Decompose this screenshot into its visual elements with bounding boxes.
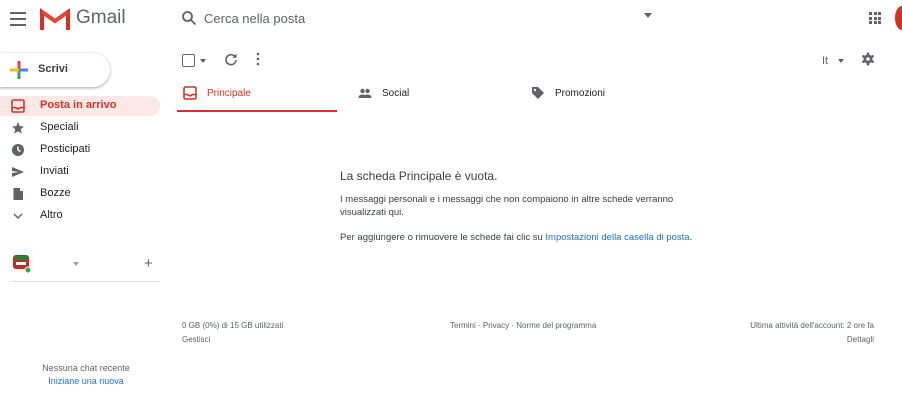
hangouts-status-caret-icon[interactable]: [73, 262, 79, 266]
tab-social[interactable]: Social: [352, 80, 512, 112]
sidebar-item-starred[interactable]: Speciali: [0, 118, 160, 138]
compose-button[interactable]: Scrivi: [0, 53, 110, 87]
footer-separator: ·: [475, 321, 483, 330]
search-input[interactable]: [204, 8, 624, 28]
sidebar-item-drafts[interactable]: Bozze: [0, 184, 160, 204]
sidebar-item-sent[interactable]: Inviati: [0, 162, 160, 182]
activity-details-link[interactable]: Dettagli: [700, 335, 874, 344]
search-icon[interactable]: [181, 10, 197, 26]
search-options-caret-icon[interactable]: [644, 13, 652, 18]
inbox-icon: [11, 99, 25, 113]
inbox-settings-link[interactable]: Impostazioni della casella di posta: [545, 232, 689, 243]
compose-plus-icon: [10, 61, 28, 79]
sidebar-item-label: Posticipati: [40, 143, 91, 155]
apps-grid-icon[interactable]: [869, 12, 881, 24]
empty-state-title: La scheda Principale è vuota.: [340, 169, 498, 183]
tag-icon: [532, 87, 544, 99]
more-options-icon[interactable]: [256, 52, 260, 66]
people-icon: [358, 88, 372, 98]
inbox-tab-icon: [183, 86, 197, 100]
select-all-checkbox[interactable]: [182, 54, 195, 67]
select-options-caret-icon[interactable]: [200, 59, 206, 63]
app-name: Gmail: [76, 7, 126, 28]
sidebar-item-snoozed[interactable]: Posticipati: [0, 140, 160, 160]
terms-link[interactable]: Termini: [450, 321, 476, 330]
tab-primary[interactable]: Principale: [177, 80, 337, 112]
sidebar-divider: [10, 281, 160, 282]
empty-state-description: I messaggi personali e i messaggi che no…: [340, 194, 674, 218]
no-recent-chats-text: Nessuna chat recente: [42, 363, 130, 373]
sidebar-item-more[interactable]: Altro: [0, 206, 160, 226]
star-icon: [12, 122, 24, 134]
settings-hint-suffix: .: [689, 232, 693, 243]
sidebar-item-label: Speciali: [40, 121, 79, 133]
gear-icon[interactable]: [861, 52, 875, 66]
tab-label: Social: [382, 88, 410, 99]
gmail-logo-icon[interactable]: [40, 8, 70, 30]
sidebar-item-inbox[interactable]: Posta in arrivo: [0, 96, 160, 116]
hangouts-avatar[interactable]: [12, 253, 32, 273]
sidebar-item-label: Altro: [40, 209, 63, 221]
manage-storage-link[interactable]: Gestisci: [182, 335, 210, 344]
sidebar-item-label: Inviati: [40, 165, 69, 177]
privacy-link[interactable]: Privacy: [483, 321, 509, 330]
language-caret-icon[interactable]: [838, 59, 844, 63]
storage-usage-text: 0 GB (0%) di 15 GB utilizzati: [182, 321, 284, 330]
start-new-chat-link[interactable]: Iniziane una nuova: [0, 376, 172, 386]
tab-promotions[interactable]: Promozioni: [525, 80, 685, 112]
empty-state-settings-hint: Per aggiungere o rimuovere le schede fai…: [340, 232, 692, 243]
program-policies-link[interactable]: Norme del programma: [516, 321, 596, 330]
last-account-activity: Ultima attività dell'account: 2 ore fa: [750, 321, 874, 330]
sidebar-item-label: Bozze: [40, 187, 71, 199]
account-avatar[interactable]: [895, 6, 902, 30]
settings-hint-prefix: Per aggiungere o rimuovere le schede fai…: [340, 232, 546, 243]
clock-icon: [12, 144, 24, 156]
tab-label: Principale: [207, 88, 251, 99]
sidebar-item-label: Posta in arrivo: [40, 99, 117, 111]
compose-label: Scrivi: [38, 63, 68, 75]
input-tools-language[interactable]: It: [822, 55, 828, 67]
chevron-down-icon: [13, 213, 23, 220]
footer-links: Termini · Privacy · Norme del programma: [450, 321, 596, 330]
new-conversation-plus-icon[interactable]: +: [144, 255, 153, 272]
send-icon: [12, 167, 24, 177]
refresh-icon[interactable]: [224, 52, 238, 66]
draft-icon: [13, 188, 23, 200]
main-menu-icon[interactable]: [10, 12, 26, 26]
tab-label: Promozioni: [555, 88, 606, 99]
